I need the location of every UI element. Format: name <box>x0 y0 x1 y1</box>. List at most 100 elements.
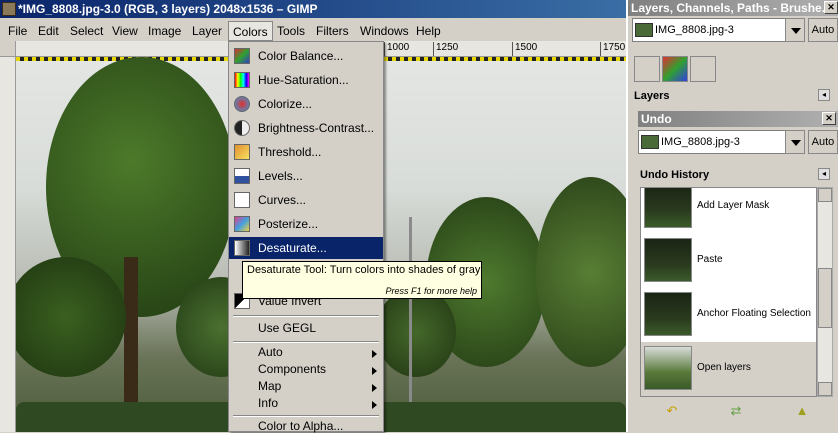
brightness-contrast-icon <box>234 120 250 136</box>
menuitem-label: Threshold... <box>258 145 322 159</box>
undo-row[interactable]: Paste <box>641 234 816 288</box>
menu-colors[interactable]: Colors <box>228 21 273 41</box>
menuitem-curves[interactable]: Curves... <box>229 189 383 211</box>
scroll-thumb[interactable] <box>818 268 832 328</box>
menuitem-label: Auto <box>258 345 283 359</box>
undo-auto-button[interactable]: Auto <box>808 130 838 154</box>
undo-close-icon[interactable]: ✕ <box>822 112 836 125</box>
undo-row-selected[interactable]: Open layers <box>641 342 816 396</box>
menuitem-threshold[interactable]: Threshold... <box>229 141 383 163</box>
undo-row[interactable]: Add Layer Mask <box>641 188 816 234</box>
tree-right <box>536 177 626 367</box>
menu-separator <box>233 341 379 343</box>
menu-help[interactable]: Help <box>412 21 445 41</box>
scroll-up-icon[interactable] <box>818 188 832 202</box>
menu-windows[interactable]: Windows <box>356 21 413 41</box>
menuitem-color-balance[interactable]: Color Balance... <box>229 45 383 67</box>
ruler-tick: 1500 <box>512 42 537 56</box>
desaturate-icon <box>234 240 250 256</box>
channels-tab-icon[interactable] <box>662 56 688 82</box>
undo-item-label: Anchor Floating Selection <box>697 308 811 319</box>
undo-title: Undo <box>641 112 672 126</box>
ruler-tick: 1250 <box>433 42 458 56</box>
menu-view[interactable]: View <box>108 21 142 41</box>
tooltip-text: Desaturate Tool: Turn colors into shades… <box>247 264 481 276</box>
menuitem-label: Curves... <box>258 193 307 207</box>
menu-select[interactable]: Select <box>66 21 107 41</box>
menuitem-label: Map <box>258 379 282 393</box>
undo-image-select-dropdown-button[interactable] <box>785 130 805 154</box>
lamp-post <box>409 217 412 432</box>
dock-title: Layers, Channels, Paths - Brushe... <box>631 1 832 15</box>
menu-file[interactable]: File <box>4 21 31 41</box>
submenu-arrow-icon <box>372 367 377 375</box>
menuitem-levels[interactable]: Levels... <box>229 165 383 187</box>
menuitem-hue-saturation[interactable]: Hue-Saturation... <box>229 69 383 91</box>
menu-separator <box>233 415 379 417</box>
undo-row[interactable]: Anchor Floating Selection <box>641 288 816 342</box>
desaturate-tooltip: Desaturate Tool: Turn colors into shades… <box>242 261 482 299</box>
menuitem-label: Posterize... <box>258 217 319 231</box>
colorize-icon <box>234 96 250 112</box>
paths-tab-icon[interactable] <box>690 56 716 82</box>
undo-icon[interactable]: ↶ <box>664 404 680 418</box>
scroll-down-icon[interactable] <box>818 382 832 396</box>
undo-thumbnail <box>644 346 692 390</box>
submenu-arrow-icon <box>372 401 377 409</box>
dock-titlebar: Layers, Channels, Paths - Brushe... ✕ <box>628 0 838 16</box>
image-select-value: IMG_8808.jpg-3 <box>655 24 734 36</box>
hue-saturation-icon <box>234 72 250 88</box>
menuitem-label: Color to Alpha... <box>258 419 344 433</box>
menuitem-colorize[interactable]: Colorize... <box>229 93 383 115</box>
color-balance-icon <box>234 48 250 64</box>
undo-tab-menu-icon[interactable]: ◂ <box>818 168 830 180</box>
clear-history-icon[interactable]: ▲ <box>794 404 810 418</box>
menu-tools[interactable]: Tools <box>273 21 309 41</box>
vertical-ruler[interactable] <box>0 57 16 432</box>
undo-image-select-value: IMG_8808.jpg-3 <box>661 136 740 148</box>
menu-edit[interactable]: Edit <box>34 21 63 41</box>
undo-history-label: Undo History <box>640 169 710 181</box>
menuitem-desaturate[interactable]: Desaturate... <box>229 237 383 259</box>
redo-icon[interactable]: ⇄ <box>728 404 744 418</box>
menuitem-use-gegl[interactable]: Use GEGL <box>229 317 383 339</box>
undo-panel-titlebar: Undo ✕ <box>638 111 838 127</box>
submenu-map[interactable]: Map <box>229 378 383 395</box>
menuitem-brightness-contrast[interactable]: Brightness-Contrast... <box>229 117 383 139</box>
image-select-dropdown-button[interactable] <box>785 18 805 42</box>
submenu-components[interactable]: Components <box>229 361 383 378</box>
submenu-info[interactable]: Info <box>229 395 383 412</box>
menuitem-posterize[interactable]: Posterize... <box>229 213 383 235</box>
image-thumbnail <box>635 23 653 37</box>
undo-item-label: Add Layer Mask <box>697 200 770 211</box>
threshold-icon <box>234 144 250 160</box>
layers-label: Layers <box>634 90 670 102</box>
ruler-tick: 1000 <box>384 42 409 56</box>
menuitem-label: Hue-Saturation... <box>258 73 349 87</box>
window-titlebar: *IMG_8808.jpg-3.0 (RGB, 3 layers) 2048x1… <box>0 0 626 18</box>
posterize-icon <box>234 216 250 232</box>
menu-layer[interactable]: Layer <box>188 21 226 41</box>
ruler-corner[interactable] <box>0 41 16 57</box>
menuitem-label: Brightness-Contrast... <box>258 121 375 135</box>
menuitem-label: Levels... <box>258 169 303 183</box>
tree-small <box>376 287 456 377</box>
submenu-auto[interactable]: Auto <box>229 344 383 361</box>
menuitem-label: Desaturate... <box>258 241 327 255</box>
layers-tab-icon[interactable] <box>634 56 660 82</box>
menuitem-label: Info <box>258 396 279 410</box>
menu-image[interactable]: Image <box>144 21 185 41</box>
undo-item-label: Paste <box>697 254 723 265</box>
image-select-combo[interactable]: IMG_8808.jpg-3 <box>632 18 788 42</box>
undo-scrollbar[interactable] <box>817 187 833 397</box>
menuitem-color-to-alpha[interactable]: Color to Alpha... <box>229 419 383 433</box>
menubar: File Edit Select View Image Layer Colors… <box>0 21 626 41</box>
auto-button[interactable]: Auto <box>808 18 838 42</box>
ruler-tick: 1750 <box>600 42 625 56</box>
dock-close-icon[interactable]: ✕ <box>824 1 838 14</box>
menuitem-label: Components <box>258 362 327 376</box>
undo-history-list[interactable]: Add Layer Mask Paste Anchor Floating Sel… <box>640 187 817 397</box>
undo-image-select-combo[interactable]: IMG_8808.jpg-3 <box>638 130 788 154</box>
menu-filters[interactable]: Filters <box>312 21 353 41</box>
layers-tab-menu-icon[interactable]: ◂ <box>818 89 830 101</box>
